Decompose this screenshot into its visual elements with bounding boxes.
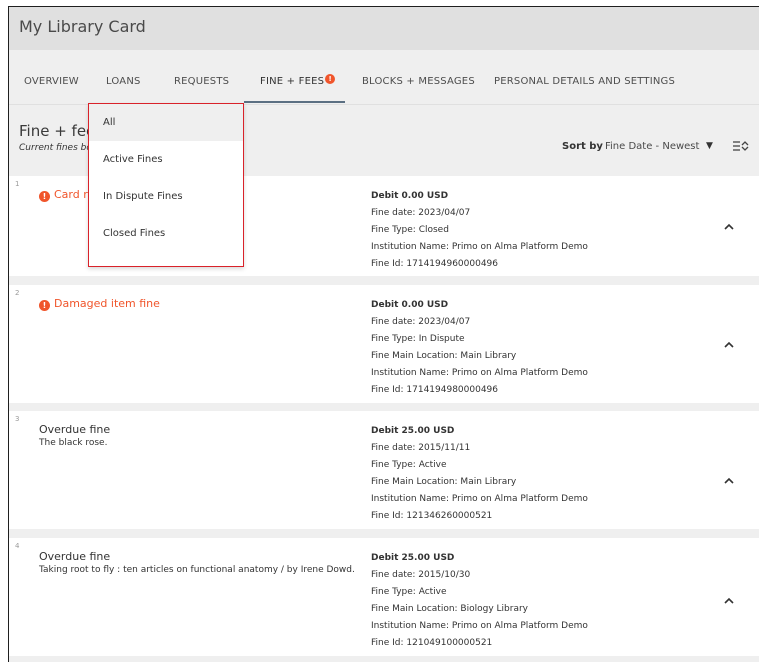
- tab-overview[interactable]: OVERVIEW: [24, 76, 79, 87]
- fine-institution: Institution Name: Primo on Alma Platform…: [371, 494, 588, 504]
- fine-type: Fine Type: Closed: [371, 225, 449, 235]
- filter-option-all[interactable]: All: [89, 104, 243, 141]
- row-number: 1: [15, 180, 20, 188]
- library-card-panel: My Library Card OVERVIEW LOANS REQUESTS …: [8, 6, 759, 662]
- fine-details: Debit 0.00 USD Fine date: 2023/04/07 Fin…: [371, 297, 588, 399]
- sort-select[interactable]: Fine Date - Newest: [605, 141, 699, 152]
- fine-item-title: Taking root to fly : ten articles on fun…: [39, 565, 355, 575]
- fine-row: 4 Overdue fine Taking root to fly : ten …: [9, 538, 759, 656]
- exclamation-circle-icon: !: [39, 191, 50, 202]
- fine-debit: Debit 0.00 USD: [371, 191, 449, 201]
- fine-details: Debit 25.00 USD Fine date: 2015/11/11 Fi…: [371, 423, 588, 525]
- tab-blocks-messages[interactable]: BLOCKS + MESSAGES: [362, 76, 475, 87]
- tab-requests[interactable]: REQUESTS: [174, 76, 229, 87]
- section-subtitle: Current fines bo: [19, 143, 92, 153]
- fine-id: Fine Id: 121346260000521: [371, 511, 493, 521]
- fine-details: Debit 0.00 USD Fine date: 2023/04/07 Fin…: [371, 188, 588, 273]
- tab-personal-details[interactable]: PERSONAL DETAILS AND SETTINGS: [494, 76, 675, 87]
- fine-id: Fine Id: 1714194960000496: [371, 259, 499, 269]
- tab-label: OVERVIEW: [24, 76, 79, 87]
- fine-debit: Debit 25.00 USD: [371, 426, 455, 436]
- fine-date: Fine date: 2023/04/07: [371, 208, 471, 218]
- fine-type: Fine Type: Active: [371, 587, 447, 597]
- alert-badge-icon: !: [325, 74, 336, 84]
- chevron-up-icon[interactable]: [723, 339, 735, 351]
- row-number: 2: [15, 289, 20, 297]
- exclamation-circle-icon: !: [39, 300, 50, 311]
- fine-name[interactable]: Overdue fine: [39, 550, 110, 563]
- fine-type: Fine Type: Active: [371, 460, 447, 470]
- active-tab-indicator: [244, 101, 345, 103]
- fine-id: Fine Id: 1714194980000496: [371, 385, 499, 395]
- row-number: 4: [15, 542, 20, 550]
- sort-lines-icon[interactable]: [732, 138, 750, 154]
- fine-name[interactable]: Overdue fine: [39, 423, 110, 436]
- tab-label: LOANS: [106, 76, 141, 87]
- tab-loans[interactable]: LOANS: [106, 76, 141, 87]
- caret-down-icon[interactable]: ▼: [706, 141, 713, 151]
- page-title: My Library Card: [19, 17, 146, 36]
- fine-name[interactable]: ! Damaged item fine: [39, 297, 160, 311]
- tab-label: BLOCKS + MESSAGES: [362, 76, 475, 87]
- fine-debit: Debit 0.00 USD: [371, 300, 449, 310]
- fine-institution: Institution Name: Primo on Alma Platform…: [371, 621, 588, 631]
- fine-item-title: The black rose.: [39, 438, 108, 448]
- chevron-up-icon[interactable]: [723, 475, 735, 487]
- filter-option-active[interactable]: Active Fines: [89, 141, 243, 178]
- fine-name[interactable]: ! Card re: [39, 188, 94, 202]
- chevron-up-icon[interactable]: [723, 221, 735, 233]
- fine-details: Debit 25.00 USD Fine date: 2015/10/30 Fi…: [371, 550, 588, 652]
- tab-label: FINE + FEES: [260, 76, 325, 87]
- tab-fine-fees[interactable]: FINE + FEES!: [260, 74, 336, 87]
- fine-type: Fine Type: In Dispute: [371, 334, 465, 344]
- fine-date: Fine date: 2015/11/11: [371, 443, 471, 453]
- fine-location: Fine Main Location: Biology Library: [371, 604, 528, 614]
- fine-institution: Institution Name: Primo on Alma Platform…: [371, 242, 588, 252]
- fine-name-text: Damaged item fine: [54, 297, 160, 310]
- fine-location: Fine Main Location: Main Library: [371, 351, 517, 361]
- fine-institution: Institution Name: Primo on Alma Platform…: [371, 368, 588, 378]
- fine-row: 2 ! Damaged item fine Debit 0.00 USD Fine…: [9, 285, 759, 403]
- tab-bar: OVERVIEW LOANS REQUESTS FINE + FEES! BLO…: [9, 50, 759, 105]
- header-bar: My Library Card: [9, 7, 759, 50]
- sort-label: Sort by: [562, 141, 603, 152]
- fine-filter-dropdown: All Active Fines In Dispute Fines Closed…: [88, 103, 244, 267]
- filter-option-closed[interactable]: Closed Fines: [89, 215, 243, 252]
- tab-label: REQUESTS: [174, 76, 230, 87]
- fine-location: Fine Main Location: Main Library: [371, 477, 517, 487]
- row-number: 3: [15, 415, 20, 423]
- fine-date: Fine date: 2023/04/07: [371, 317, 471, 327]
- chevron-up-icon[interactable]: [723, 595, 735, 607]
- fine-id: Fine Id: 121049100000521: [371, 638, 493, 648]
- tab-label: PERSONAL DETAILS AND SETTINGS: [494, 76, 676, 87]
- filter-option-in-dispute[interactable]: In Dispute Fines: [89, 178, 243, 215]
- fine-date: Fine date: 2015/10/30: [371, 570, 471, 580]
- fine-row: 3 Overdue fine The black rose. Debit 25.…: [9, 411, 759, 529]
- fine-debit: Debit 25.00 USD: [371, 553, 455, 563]
